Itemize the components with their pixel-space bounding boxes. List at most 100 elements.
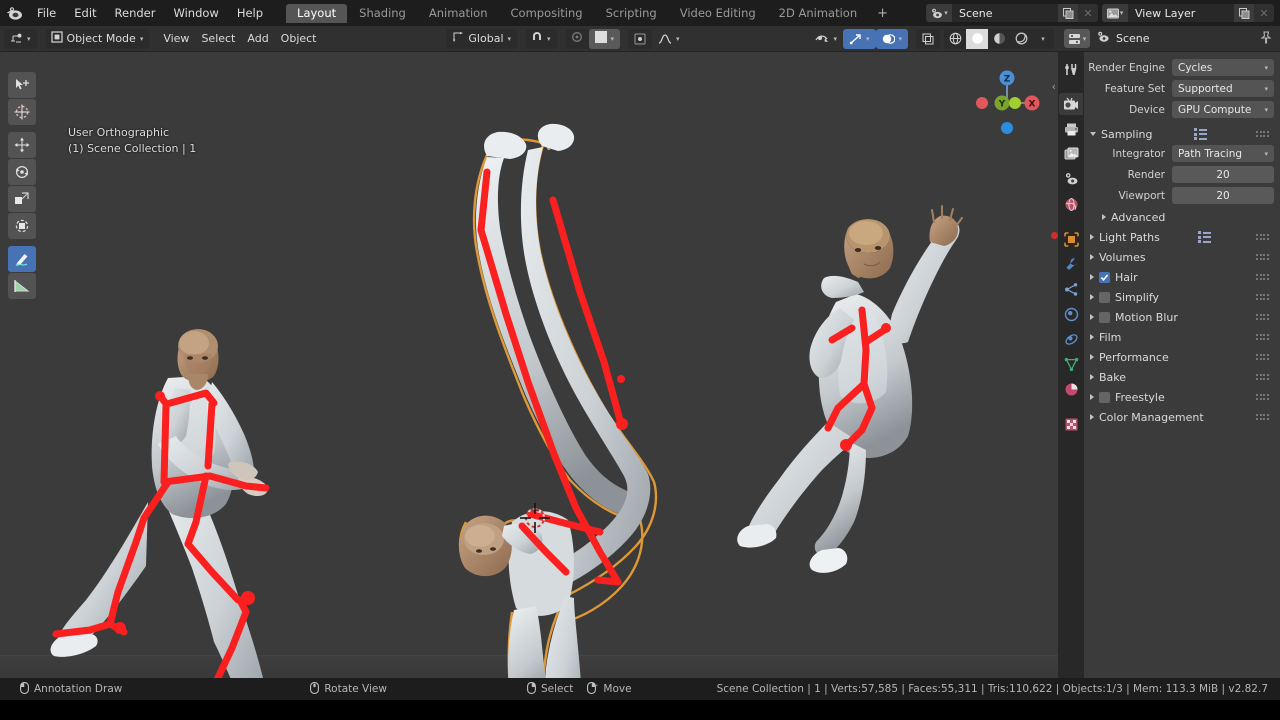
smooth-falloff-icon[interactable]: ▾: [652, 29, 686, 49]
workspace-tab-shading[interactable]: Shading: [348, 4, 417, 23]
constraints-tab[interactable]: [1059, 328, 1083, 350]
drag-grip-icon[interactable]: [1256, 294, 1269, 300]
visibility-eye-icon[interactable]: ▾: [809, 29, 843, 49]
panel-hair[interactable]: Hair: [1086, 267, 1274, 287]
drag-grip-icon[interactable]: [1256, 254, 1269, 260]
add-workspace-button[interactable]: +: [869, 4, 896, 23]
output-tab[interactable]: [1059, 118, 1083, 140]
workspace-tab-2d-animation[interactable]: 2D Animation: [768, 4, 868, 23]
scene-icon[interactable]: ▾: [926, 4, 952, 22]
render-samples-field[interactable]: 20: [1172, 166, 1274, 183]
shading-wireframe-icon[interactable]: [944, 29, 966, 49]
proportional-falloff-preview[interactable]: ▾: [588, 28, 621, 49]
properties-editor-icon[interactable]: ▾: [1064, 29, 1090, 48]
panel-performance[interactable]: Performance: [1086, 347, 1274, 367]
sidebar-collapse-icon[interactable]: ‹: [1052, 80, 1056, 93]
workspace-tab-layout[interactable]: Layout: [286, 3, 348, 23]
unlink-x-icon[interactable]: ✕: [1254, 4, 1274, 22]
unlink-x-icon[interactable]: ✕: [1078, 4, 1098, 22]
pin-icon[interactable]: [1260, 30, 1272, 47]
modifiers-tab[interactable]: [1059, 253, 1083, 275]
panel-bake[interactable]: Bake: [1086, 367, 1274, 387]
menu-window[interactable]: Window: [164, 4, 227, 22]
drag-grip-icon[interactable]: [1256, 394, 1269, 400]
view-layer-icon[interactable]: ▾: [1102, 4, 1128, 22]
panel-film[interactable]: Film: [1086, 327, 1274, 347]
render-engine-dropdown[interactable]: Cycles ▾: [1172, 59, 1274, 76]
new-copy-icon[interactable]: [1058, 4, 1078, 22]
shading-dropdown-chevron-icon[interactable]: ▾: [1032, 29, 1054, 49]
drag-grip-icon[interactable]: [1256, 414, 1269, 420]
texture-tab[interactable]: [1059, 413, 1083, 435]
gizmo-axes-icon[interactable]: ▾: [842, 28, 876, 49]
drag-grip-icon[interactable]: [1256, 314, 1269, 320]
shading-material-preview-icon[interactable]: [988, 29, 1010, 49]
particles-tab[interactable]: [1059, 278, 1083, 300]
snap-toggle[interactable]: ▾: [525, 28, 557, 49]
menu-render[interactable]: Render: [106, 4, 165, 22]
object-tab[interactable]: [1059, 228, 1083, 250]
new-copy-icon[interactable]: [1234, 4, 1254, 22]
view-layer-datablock[interactable]: ▾ View Layer ✕: [1102, 4, 1274, 22]
drag-grip-icon[interactable]: [1256, 374, 1269, 380]
preset-list-icon[interactable]: [1197, 231, 1211, 243]
navigation-gizmo[interactable]: Z X Y: [970, 66, 1044, 140]
view-layer-tab[interactable]: [1059, 143, 1083, 165]
drag-grip-icon[interactable]: [1256, 234, 1269, 240]
viewport-samples-field[interactable]: 20: [1172, 187, 1274, 204]
device-dropdown[interactable]: GPU Compute ▾: [1172, 101, 1274, 118]
world-tab[interactable]: [1059, 193, 1083, 215]
simplify-checkbox[interactable]: [1099, 291, 1110, 303]
object-mode-selector[interactable]: Object Mode ▾: [44, 28, 150, 49]
physics-tab[interactable]: [1059, 303, 1083, 325]
panel-color-management[interactable]: Color Management: [1086, 407, 1274, 427]
toggle-xray-icon[interactable]: [916, 28, 941, 49]
data-tab[interactable]: [1059, 353, 1083, 375]
sampling-panel-header[interactable]: Sampling: [1086, 124, 1274, 144]
motion-blur-checkbox[interactable]: [1099, 311, 1110, 323]
viewport-menu-view[interactable]: View: [157, 29, 195, 49]
snap-increment-icon[interactable]: [628, 28, 653, 49]
menu-edit[interactable]: Edit: [65, 4, 105, 22]
scene-datablock[interactable]: ▾ Scene ✕: [926, 4, 1098, 22]
viewport-menu-object[interactable]: Object: [275, 29, 323, 49]
viewport-menu-select[interactable]: Select: [195, 29, 241, 49]
drag-grip-icon[interactable]: [1256, 354, 1269, 360]
editor-type-3dview-icon[interactable]: ▾: [4, 28, 37, 49]
render-tab[interactable]: [1059, 93, 1083, 115]
hair-checkbox[interactable]: [1099, 271, 1110, 283]
integrator-dropdown[interactable]: Path Tracing ▾: [1172, 145, 1274, 162]
viewport-menu-add[interactable]: Add: [241, 29, 274, 49]
advanced-subpanel-header[interactable]: Advanced: [1086, 207, 1274, 227]
scene-name[interactable]: Scene: [952, 7, 1058, 20]
panel-light-paths[interactable]: Light Paths: [1086, 227, 1274, 247]
workspace-tab-compositing[interactable]: Compositing: [500, 4, 594, 23]
view-layer-name[interactable]: View Layer: [1128, 7, 1234, 20]
tool-tab[interactable]: [1059, 58, 1083, 80]
workspace-tab-animation[interactable]: Animation: [418, 4, 499, 23]
overlays-icon[interactable]: ▾: [875, 28, 909, 49]
preset-list-icon[interactable]: [1193, 128, 1207, 140]
transform-orientation-selector[interactable]: Global ▾: [446, 28, 518, 49]
proportional-editing-toggle[interactable]: [564, 28, 589, 49]
menu-file[interactable]: File: [28, 4, 65, 22]
panel-freestyle[interactable]: Freestyle: [1086, 387, 1274, 407]
menu-help[interactable]: Help: [228, 4, 272, 22]
shading-solid-icon[interactable]: [966, 28, 989, 49]
workspace-tab-scripting[interactable]: Scripting: [595, 4, 668, 23]
material-tab[interactable]: [1059, 378, 1083, 400]
drag-grip-icon[interactable]: [1256, 131, 1269, 137]
feature-set-dropdown[interactable]: Supported ▾: [1172, 80, 1274, 97]
scene-tab[interactable]: [1059, 168, 1083, 190]
workspace-tab-video-editing[interactable]: Video Editing: [669, 4, 767, 23]
drag-grip-icon[interactable]: [1256, 274, 1269, 280]
freestyle-checkbox[interactable]: [1099, 391, 1110, 403]
panel-volumes[interactable]: Volumes: [1086, 247, 1274, 267]
shading-rendered-icon[interactable]: [1010, 29, 1032, 49]
3d-viewport[interactable]: User Orthographic (1) Scene Collection |…: [0, 52, 1058, 678]
panel-simplify[interactable]: Simplify: [1086, 287, 1274, 307]
blender-logo-icon[interactable]: [0, 0, 28, 26]
drag-grip-icon[interactable]: [1256, 334, 1269, 340]
figure-right-jumping: [737, 204, 964, 573]
panel-motion-blur[interactable]: Motion Blur: [1086, 307, 1274, 327]
